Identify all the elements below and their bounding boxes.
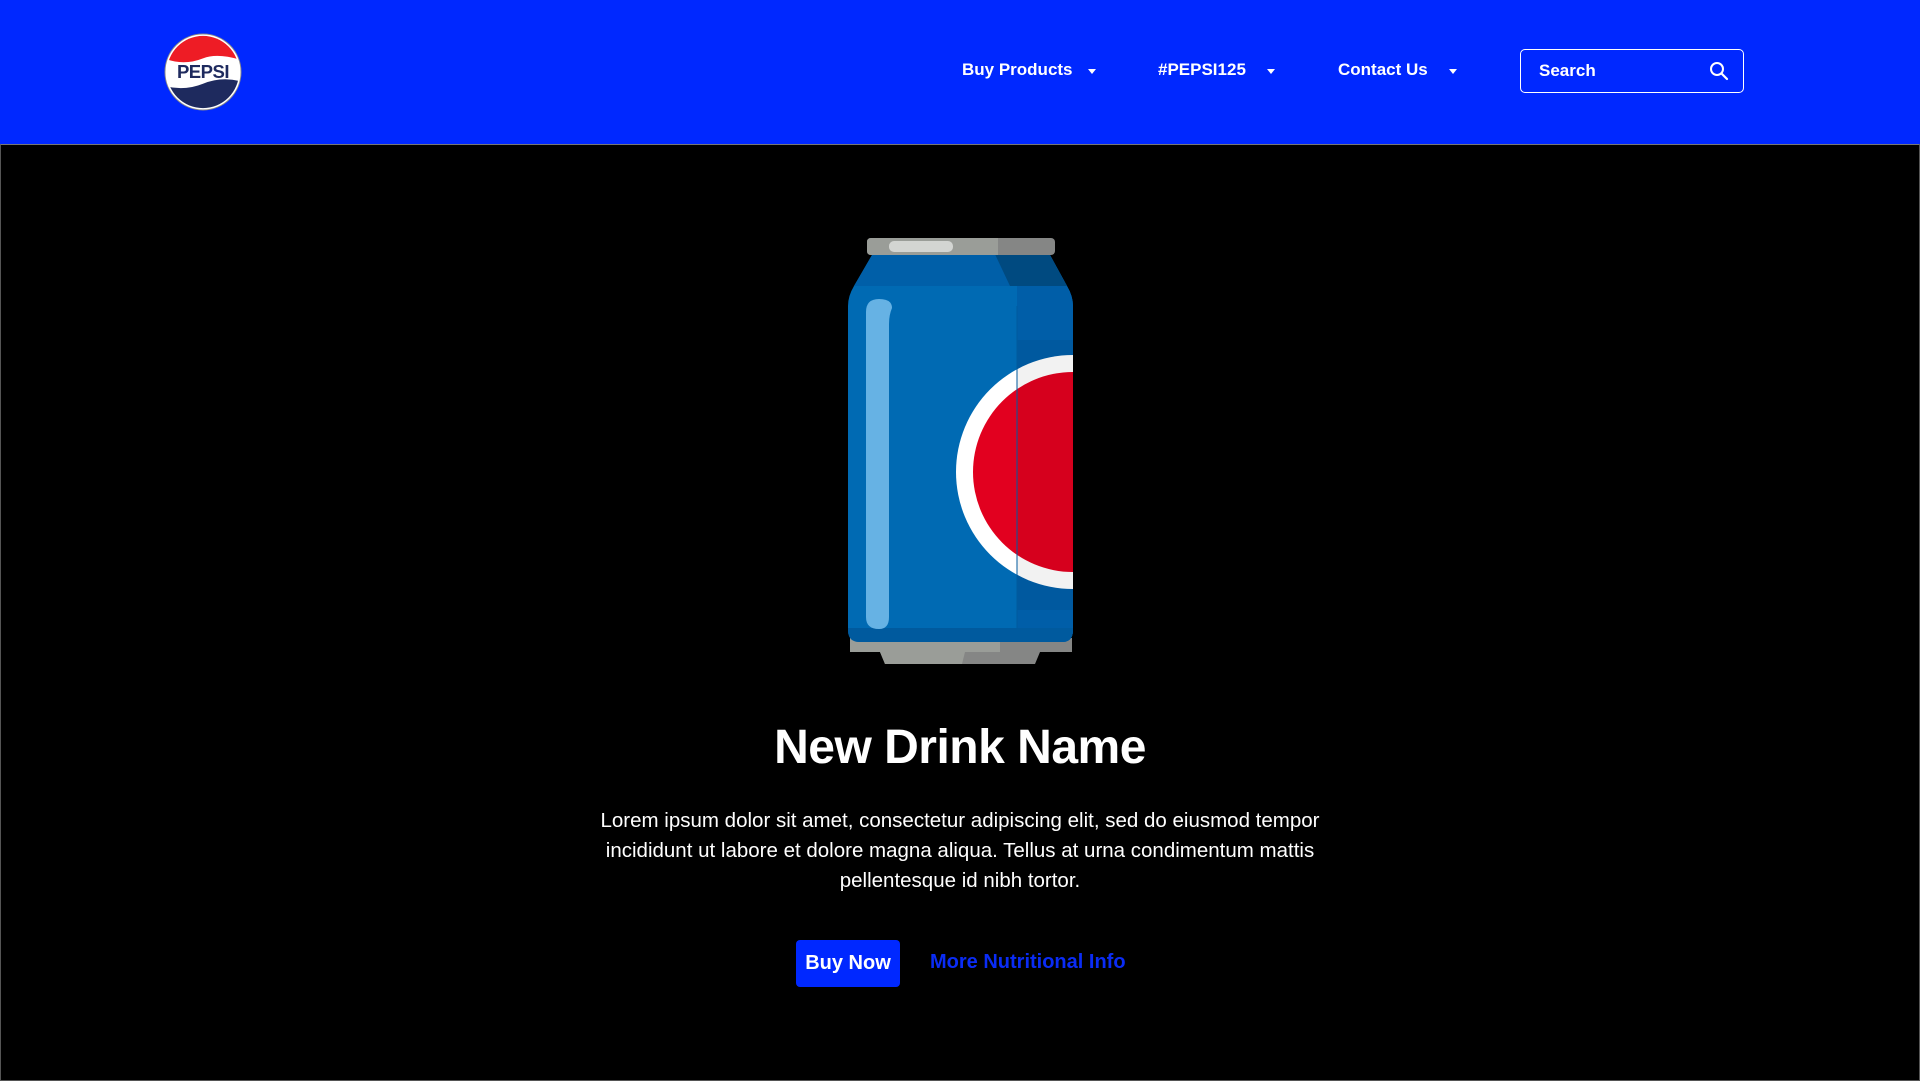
search-icon[interactable] bbox=[1709, 61, 1729, 81]
nav-contact-us[interactable]: Contact Us bbox=[1338, 60, 1428, 80]
search-box bbox=[1520, 49, 1744, 93]
chevron-down-icon[interactable] bbox=[1449, 69, 1457, 74]
pepsi-logo[interactable]: PEPSI bbox=[164, 33, 242, 111]
more-nutritional-info-link[interactable]: More Nutritional Info bbox=[930, 951, 1126, 974]
chevron-down-icon[interactable] bbox=[1088, 69, 1096, 74]
search-input[interactable] bbox=[1539, 50, 1699, 91]
nav-buy-products[interactable]: Buy Products bbox=[962, 60, 1073, 80]
product-title: New Drink Name bbox=[774, 721, 1146, 774]
site-header: PEPSI Buy Products #PEPSI125 Contact Us bbox=[0, 0, 1920, 144]
chevron-down-icon[interactable] bbox=[1267, 69, 1275, 74]
nav-pepsi125[interactable]: #PEPSI125 bbox=[1158, 60, 1246, 80]
buy-now-button[interactable]: Buy Now bbox=[796, 940, 900, 987]
product-description: Lorem ipsum dolor sit amet, consectetur … bbox=[600, 809, 1320, 892]
soda-can-image bbox=[848, 238, 1073, 664]
svg-text:PEPSI: PEPSI bbox=[177, 61, 229, 82]
